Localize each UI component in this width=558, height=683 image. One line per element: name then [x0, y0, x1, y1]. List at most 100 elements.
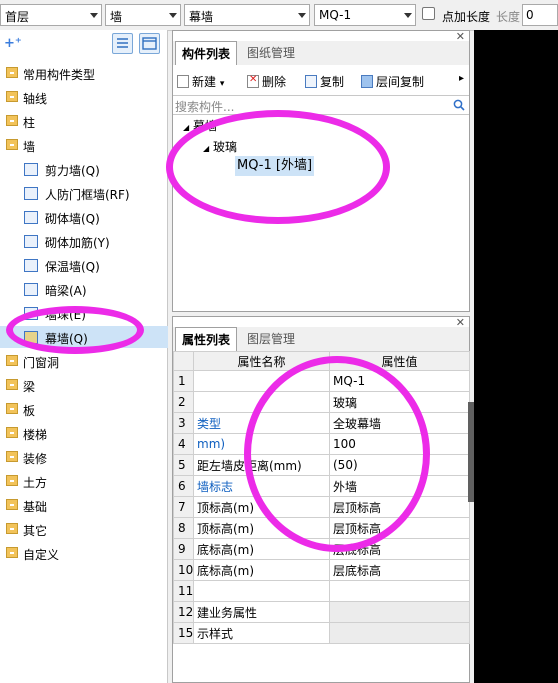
nav-item-4[interactable]: 剪力墙(Q) [0, 158, 168, 180]
nav-item-label: 基础 [23, 500, 48, 514]
floor-copy-button[interactable]: 层间复制 [361, 73, 424, 90]
tree-node-mq1[interactable]: MQ-1 [外墙] [235, 156, 315, 176]
nav-item-label: 人防门框墙(RF) [45, 188, 130, 202]
property-value[interactable]: 玻璃 [329, 391, 470, 413]
copy-button[interactable]: 复制 [305, 73, 344, 90]
property-value[interactable] [329, 601, 470, 623]
nav-item-19[interactable]: 其它 [0, 518, 168, 540]
tree-node-label: MQ-1 [外墙] [237, 158, 313, 173]
new-button[interactable]: 新建 ▾ [177, 73, 224, 90]
tab-component-list[interactable]: 构件列表 [175, 41, 238, 65]
property-value[interactable]: 层底标高 [329, 559, 470, 581]
property-value[interactable]: 层底标高 [329, 538, 470, 560]
tab-layer-management[interactable]: 图层管理 [241, 327, 301, 351]
top-toolbar: 首层 墙 幕墙 MQ-1 点加长度 长度 0 [0, 0, 558, 31]
panel-splitter[interactable] [468, 402, 474, 502]
property-row[interactable]: 3 类型 全玻幕墙 [173, 412, 470, 434]
property-value[interactable]: 100 [329, 433, 470, 455]
nav-item-11[interactable]: 幕墙(Q) [0, 326, 168, 348]
property-row[interactable]: 7 顶标高(m) 层顶标高 [173, 496, 470, 518]
property-row[interactable]: 8 顶标高(m) 层顶标高 [173, 517, 470, 539]
type-select-value: 幕墙 [189, 10, 214, 24]
nav-item-label: 楼梯 [23, 428, 48, 442]
nav-item-label: 幕墙(Q) [45, 332, 88, 346]
property-table: 属性名称 属性值 1 MQ-1 2 玻璃 3 类型 全玻幕墙 4 mm) 100 5 距左墙皮距离(m… [173, 351, 470, 644]
row-number: 11 [173, 580, 194, 602]
property-row[interactable]: 5 距左墙皮距离(mm) (50) [173, 454, 470, 476]
nav-item-label: 砌体加筋(Y) [45, 236, 110, 250]
property-value-header: 属性值 [329, 351, 470, 371]
nav-item-2[interactable]: 柱 [0, 110, 168, 132]
nav-item-17[interactable]: 土方 [0, 470, 168, 492]
property-name: 底标高(m) [193, 538, 330, 560]
property-row[interactable]: 4 mm) 100 [173, 433, 470, 455]
delete-button-label: 删除 [262, 75, 287, 89]
property-value[interactable]: 全玻幕墙 [329, 412, 470, 434]
nav-item-15[interactable]: 楼梯 [0, 422, 168, 444]
nav-item-12[interactable]: 门窗洞 [0, 350, 168, 372]
nav-item-label: 墙垛(E) [45, 308, 86, 322]
nav-item-5[interactable]: 人防门框墙(RF) [0, 182, 168, 204]
property-value[interactable] [329, 580, 470, 602]
tab-property-list[interactable]: 属性列表 [175, 327, 238, 351]
tab-drawing-management[interactable]: 图纸管理 [241, 41, 301, 65]
property-row[interactable]: 6 墙标志 外墙 [173, 475, 470, 497]
tree-node-label: 玻璃 [212, 140, 237, 154]
property-row[interactable]: 11 [173, 580, 470, 602]
folder-icon [6, 451, 18, 462]
tree-node-curtain-wall[interactable]: ◢ 幕墙 [183, 117, 217, 134]
category-select[interactable]: 墙 [105, 4, 181, 26]
nav-item-label: 其它 [23, 524, 48, 538]
property-row[interactable]: 12 建业务属性 [173, 601, 470, 623]
delete-button[interactable]: ✕ 删除 [247, 73, 286, 90]
nav-item-0[interactable]: 常用构件类型 [0, 62, 168, 84]
property-row[interactable]: 10 底标高(m) 层底标高 [173, 559, 470, 581]
point-length-checkbox[interactable] [422, 7, 435, 20]
component-search[interactable]: 搜索构件... [173, 95, 469, 115]
property-row[interactable]: 9 底标高(m) 层底标高 [173, 538, 470, 560]
list-view-icon[interactable] [112, 33, 133, 54]
row-number: 6 [173, 475, 194, 497]
property-name: 距左墙皮距离(mm) [193, 454, 330, 476]
property-row[interactable]: 1 MQ-1 [173, 370, 470, 392]
nav-item-20[interactable]: 自定义 [0, 542, 168, 564]
property-value[interactable]: 层顶标高 [329, 496, 470, 518]
nav-item-7[interactable]: 砌体加筋(Y) [0, 230, 168, 252]
search-icon[interactable] [453, 99, 465, 111]
property-value[interactable]: 层顶标高 [329, 517, 470, 539]
folder-icon [6, 355, 18, 366]
floor-select[interactable]: 首层 [0, 4, 102, 26]
more-icon[interactable]: ▸ [459, 73, 464, 84]
insulation-wall-icon [24, 259, 38, 272]
nav-item-8[interactable]: 保温墙(Q) [0, 254, 168, 276]
nav-item-3[interactable]: 墙 [0, 134, 168, 156]
masonry-rebar-icon [24, 235, 38, 248]
add-icon[interactable]: +⁺ [4, 36, 22, 51]
property-value[interactable] [329, 622, 470, 644]
drawing-canvas[interactable] [474, 30, 558, 683]
nav-item-18[interactable]: 基础 [0, 494, 168, 516]
folder-icon [6, 427, 18, 438]
floor-copy-button-label: 层间复制 [376, 75, 425, 89]
property-value[interactable]: (50) [329, 454, 470, 476]
type-select[interactable]: 幕墙 [184, 4, 310, 26]
nav-item-13[interactable]: 梁 [0, 374, 168, 396]
panel-view-icon[interactable] [139, 33, 160, 54]
property-row[interactable]: 2 玻璃 [173, 391, 470, 413]
nav-item-1[interactable]: 轴线 [0, 86, 168, 108]
property-row[interactable]: 15 示样式 [173, 622, 470, 644]
nav-item-16[interactable]: 装修 [0, 446, 168, 468]
nav-item-9[interactable]: 暗梁(A) [0, 278, 168, 300]
nav-item-10[interactable]: 墙垛(E) [0, 302, 168, 324]
copy-icon [305, 75, 317, 88]
component-select[interactable]: MQ-1 [314, 4, 416, 26]
property-value[interactable]: MQ-1 [329, 370, 470, 392]
property-value[interactable]: 外墙 [329, 475, 470, 497]
nav-item-6[interactable]: 砌体墙(Q) [0, 206, 168, 228]
search-input[interactable]: 搜索构件... [175, 98, 234, 115]
tree-node-glass[interactable]: ◢ 玻璃 [203, 138, 237, 155]
floor-select-value: 首层 [5, 10, 30, 24]
nav-item-14[interactable]: 板 [0, 398, 168, 420]
nav-item-label: 剪力墙(Q) [45, 164, 100, 178]
length-input[interactable]: 0 [522, 4, 558, 26]
